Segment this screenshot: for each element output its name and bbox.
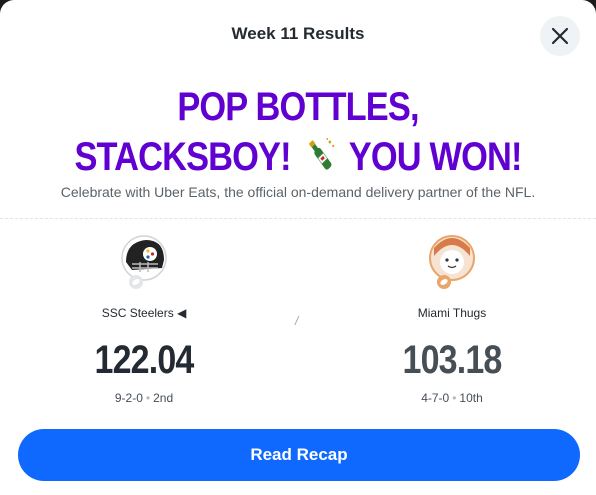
close-button[interactable]	[540, 16, 580, 56]
my-team-marker-icon: ◀	[177, 306, 187, 320]
team-score-away: 103.18	[402, 338, 503, 382]
win-headline: POP BOTTLES, STACKSBOY! YOU WON!	[68, 82, 529, 188]
modal-title: Week 11 Results	[231, 24, 365, 43]
read-recap-button[interactable]: Read Recap	[18, 429, 580, 481]
team-name-home: SSC Steelers ◀	[101, 306, 187, 320]
team-score-home: 122.04	[94, 338, 195, 382]
headline-text-2: YOU WON!	[348, 135, 523, 179]
sponsor-subtitle: Celebrate with Uber Eats, the official o…	[60, 184, 536, 200]
team-away[interactable]: Miami Thugs 103.18 4-7-0 • 10th	[352, 234, 552, 405]
team-name-away: Miami Thugs	[417, 306, 487, 320]
steelers-helmet-icon	[121, 235, 167, 289]
results-modal: Week 11 Results POP BOTTLES, STACKSBOY!	[0, 0, 596, 495]
champagne-bottle-icon	[303, 136, 337, 188]
cartoon-avatar-icon	[429, 235, 475, 289]
close-icon	[551, 27, 569, 45]
matchup-separator: /	[295, 314, 299, 328]
team-record-away: 4-7-0 • 10th	[421, 391, 483, 405]
team-record-home: 9-2-0 • 2nd	[114, 391, 174, 405]
divider	[0, 218, 596, 219]
team-home[interactable]: SSC Steelers ◀ 122.04 9-2-0 • 2nd	[44, 234, 244, 405]
